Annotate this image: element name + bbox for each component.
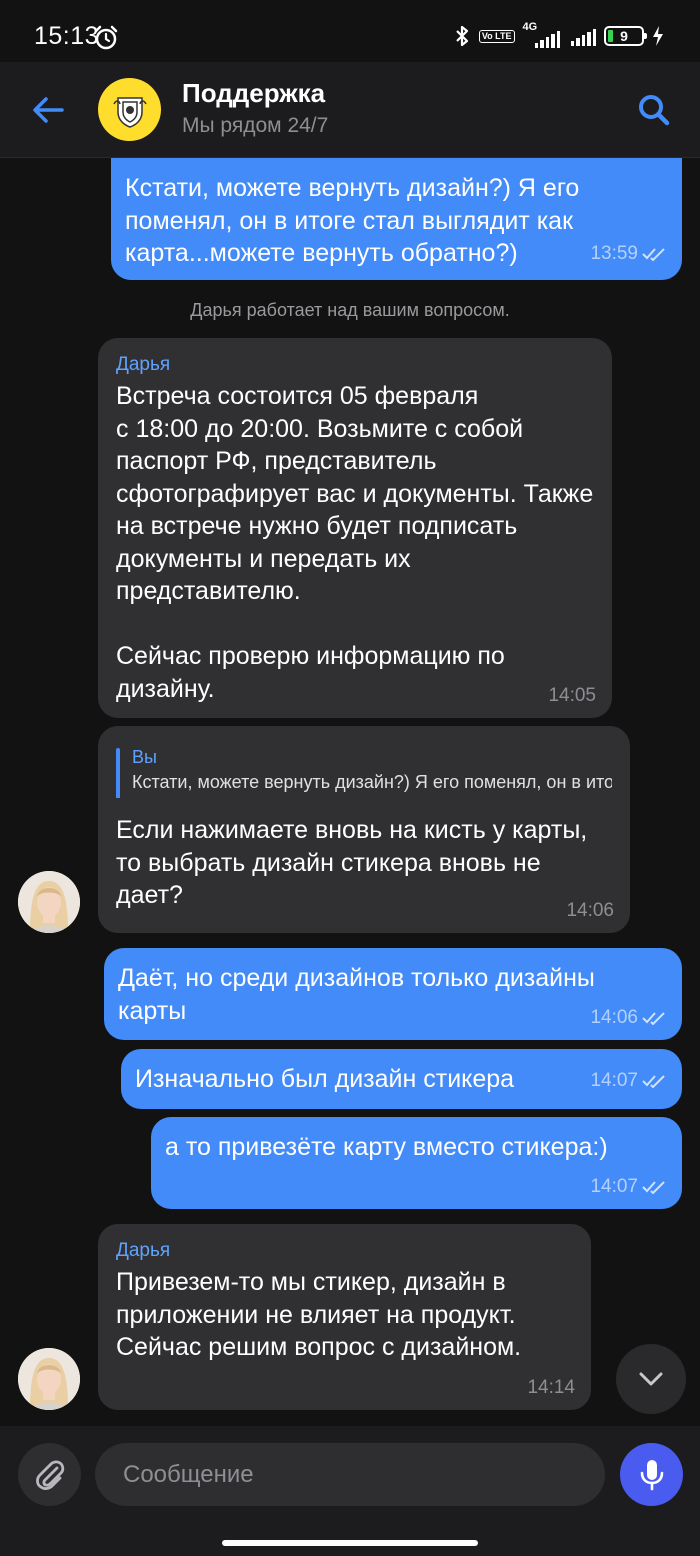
- chat-area[interactable]: Кстати, можете вернуть дизайн?) Я его по…: [0, 158, 700, 1426]
- home-indicator[interactable]: [222, 1540, 478, 1546]
- message-author: Дарья: [116, 1240, 171, 1261]
- message-time: 13:59: [590, 243, 638, 264]
- message-text: Встреча состоится 05 февраля с 18:00 до …: [116, 382, 594, 703]
- back-arrow-icon[interactable]: [30, 92, 66, 128]
- chevron-down-icon: [639, 1372, 663, 1386]
- bluetooth-icon: [456, 25, 468, 47]
- message-meta: 14:05: [548, 686, 596, 706]
- agent-avatar[interactable]: [18, 1348, 80, 1410]
- volte-badge: Vo LTE: [478, 29, 515, 43]
- incoming-message[interactable]: Дарья Встреча состоится 05 февраля с 18:…: [98, 338, 612, 718]
- message-text: Кстати, можете вернуть дизайн?) Я его по…: [125, 174, 580, 267]
- voice-message-button[interactable]: [620, 1443, 683, 1506]
- message-meta: 14:07: [590, 1071, 666, 1091]
- status-icons: Vo LTE 4G 9: [453, 21, 664, 48]
- search-icon[interactable]: [634, 90, 674, 130]
- message-author: Дарья: [116, 354, 171, 375]
- microphone-icon: [640, 1459, 663, 1490]
- message-meta: 13:59: [590, 244, 666, 264]
- message-meta: 14:07: [590, 1177, 666, 1197]
- paperclip-icon: [35, 1460, 64, 1490]
- double-check-icon: [642, 248, 665, 261]
- message-text: Изначально был дизайн стикера: [135, 1065, 515, 1093]
- chat-title: Поддержка: [182, 78, 326, 108]
- message-text: Привезем-то мы стикер, дизайн в приложен…: [116, 1268, 522, 1361]
- incoming-message[interactable]: Дарья Привезем-то мы стикер, дизайн в пр…: [98, 1224, 591, 1410]
- message-meta: 14:06: [566, 901, 614, 921]
- message-time: 14:07: [590, 1176, 638, 1197]
- coat-of-arms-icon: [112, 96, 147, 128]
- agent-photo: [18, 1348, 80, 1410]
- agent-photo: [18, 871, 80, 933]
- message-text: а то привезёте карту вместо стикера:): [165, 1133, 608, 1161]
- status-time: 15:13: [34, 22, 100, 50]
- double-check-icon: [642, 1075, 665, 1088]
- bank-logo-avatar[interactable]: [98, 78, 161, 141]
- double-check-icon: [642, 1012, 665, 1025]
- scroll-down-button[interactable]: [616, 1344, 686, 1414]
- outgoing-message[interactable]: Изначально был дизайн стикера 14:07: [121, 1049, 682, 1109]
- outgoing-message[interactable]: Даёт, но среди дизайнов только дизайны к…: [104, 948, 682, 1040]
- alarm-icon: [94, 25, 118, 50]
- message-time: 14:06: [566, 900, 614, 921]
- message-time: 14:14: [527, 1377, 575, 1398]
- message-time: 14:05: [548, 685, 596, 706]
- outgoing-message[interactable]: а то привезёте карту вместо стикера:) 14…: [151, 1117, 682, 1209]
- message-time: 14:06: [590, 1007, 638, 1028]
- composer: [0, 1426, 700, 1556]
- message-time: 14:07: [590, 1070, 638, 1091]
- message-meta: 14:14: [527, 1378, 575, 1398]
- mobile-signal-icon: 4G: [523, 21, 563, 48]
- agent-avatar[interactable]: [18, 871, 80, 933]
- reply-quote[interactable]: Вы Кстати, можете вернуть дизайн?) Я его…: [116, 746, 614, 798]
- status-bar: 15:13 Vo LTE 4G 9: [0, 0, 700, 62]
- message-input[interactable]: [95, 1443, 605, 1506]
- system-message: Дарья работает над вашим вопросом.: [190, 300, 510, 320]
- incoming-message[interactable]: Вы Кстати, можете вернуть дизайн?) Я его…: [98, 726, 630, 933]
- chat-subtitle: Мы рядом 24/7: [182, 114, 329, 137]
- battery-icon: 9: [604, 26, 647, 46]
- chat-header: Поддержка Мы рядом 24/7: [0, 62, 700, 158]
- reply-text: Кстати, можете вернуть дизайн?) Я его по…: [132, 772, 612, 792]
- message-text: Если нажимаете вновь на кисть у карты, т…: [116, 816, 588, 909]
- signal-icon: [570, 26, 596, 46]
- attach-button[interactable]: [18, 1443, 81, 1506]
- charging-icon: [653, 26, 663, 46]
- double-check-icon: [642, 1181, 665, 1194]
- outgoing-message[interactable]: Кстати, можете вернуть дизайн?) Я его по…: [111, 158, 682, 280]
- reply-author: Вы: [132, 747, 157, 767]
- message-text: Даёт, но среди дизайнов только дизайны к…: [118, 964, 595, 1025]
- message-meta: 14:06: [590, 1008, 666, 1028]
- battery-level: 9: [620, 28, 628, 44]
